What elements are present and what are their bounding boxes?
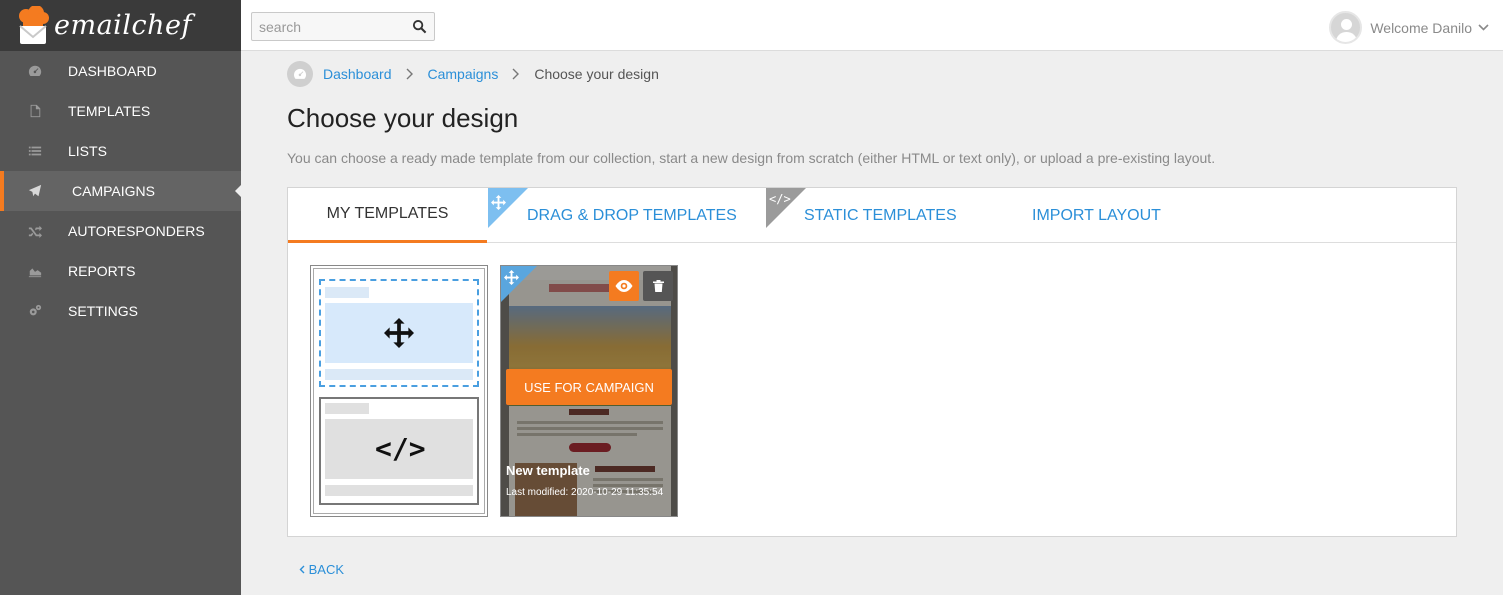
sidebar-item-label: REPORTS — [68, 263, 136, 279]
tab-my-templates[interactable]: MY TEMPLATES — [288, 188, 487, 243]
new-design-card[interactable]: </> — [310, 265, 488, 517]
template-card[interactable]: USE FOR CAMPAIGN New template Last modif… — [500, 265, 678, 517]
search-icon[interactable] — [412, 19, 427, 34]
back-link[interactable]: BACK — [299, 562, 344, 577]
chevron-left-icon — [299, 565, 305, 574]
brand-name: emailchef — [54, 10, 192, 41]
sidebar-item-lists[interactable]: LISTS — [0, 131, 241, 171]
sidebar-item-label: LISTS — [68, 143, 107, 159]
sidebar-item-campaigns[interactable]: CAMPAIGNS — [0, 171, 241, 211]
chef-hat-logo-icon — [19, 5, 49, 44]
new-drag-drop-option[interactable] — [319, 279, 479, 387]
sidebar: emailchef DASHBOARD TEMPLATES LISTS CAMP… — [0, 0, 241, 595]
tab-import-layout[interactable]: IMPORT LAYOUT — [1032, 188, 1161, 243]
tab-label: IMPORT LAYOUT — [1032, 206, 1161, 224]
template-name: New template — [506, 463, 590, 478]
tab-label: STATIC TEMPLATES — [804, 206, 957, 224]
template-last-modified: Last modified: 2020-10-29 11:35:54 — [506, 487, 664, 498]
eye-icon — [615, 280, 633, 292]
paper-plane-icon — [4, 184, 72, 198]
user-menu[interactable]: Welcome Danilo — [1329, 11, 1489, 44]
search-input[interactable] — [252, 18, 402, 35]
sidebar-item-label: TEMPLATES — [68, 103, 151, 119]
sidebar-item-autoresponders[interactable]: AUTORESPONDERS — [0, 211, 241, 251]
code-icon: </> — [769, 192, 791, 206]
templates-panel: MY TEMPLATES DRAG & DROP TEMPLATES </> S… — [287, 187, 1457, 537]
back-label: BACK — [308, 562, 345, 577]
move-arrows-icon — [491, 195, 506, 210]
shuffle-icon — [0, 224, 68, 238]
sidebar-item-dashboard[interactable]: DASHBOARD — [0, 51, 241, 91]
dashboard-icon — [0, 64, 68, 78]
tab-label: DRAG & DROP TEMPLATES — [527, 206, 737, 224]
dashboard-home-icon[interactable] — [287, 61, 313, 87]
brand-logo[interactable]: emailchef — [0, 0, 241, 51]
breadcrumb-current: Choose your design — [534, 66, 659, 82]
code-icon: </> — [375, 432, 426, 465]
search-box — [251, 12, 435, 41]
list-icon — [0, 144, 68, 158]
breadcrumb-dashboard[interactable]: Dashboard — [323, 66, 392, 82]
sidebar-item-reports[interactable]: REPORTS — [0, 251, 241, 291]
document-icon — [0, 104, 68, 118]
area-chart-icon — [0, 264, 68, 278]
breadcrumb-campaigns[interactable]: Campaigns — [428, 66, 499, 82]
page-title: Choose your design — [287, 103, 519, 133]
breadcrumb: Dashboard Campaigns Choose your design — [287, 61, 659, 87]
chevron-right-icon — [512, 68, 520, 80]
tab-bar: MY TEMPLATES DRAG & DROP TEMPLATES </> S… — [288, 188, 1456, 243]
delete-button[interactable] — [643, 271, 673, 301]
sidebar-item-label: CAMPAIGNS — [72, 183, 155, 199]
page-description: You can choose a ready made template fro… — [287, 150, 1216, 166]
use-for-campaign-button[interactable]: USE FOR CAMPAIGN — [506, 369, 672, 405]
chevron-down-icon — [1478, 23, 1489, 31]
sidebar-item-label: DASHBOARD — [68, 63, 157, 79]
sidebar-item-templates[interactable]: TEMPLATES — [0, 91, 241, 131]
tab-static-templates[interactable]: STATIC TEMPLATES — [804, 188, 957, 243]
chevron-right-icon — [406, 68, 413, 80]
sidebar-item-settings[interactable]: SETTINGS — [0, 291, 241, 331]
sidebar-item-label: AUTORESPONDERS — [68, 223, 205, 239]
avatar — [1329, 11, 1363, 44]
gears-icon — [0, 304, 68, 318]
move-arrows-icon — [384, 318, 414, 348]
trash-icon — [652, 280, 664, 292]
top-bar: Welcome Danilo — [241, 0, 1503, 51]
new-html-option[interactable]: </> — [319, 397, 479, 505]
tab-label: MY TEMPLATES — [326, 205, 449, 222]
move-arrows-icon — [504, 270, 519, 285]
preview-button[interactable] — [609, 271, 639, 301]
sidebar-item-label: SETTINGS — [68, 303, 139, 319]
welcome-text: Welcome Danilo — [1370, 19, 1472, 36]
tab-drag-drop-templates[interactable]: DRAG & DROP TEMPLATES — [527, 188, 737, 243]
